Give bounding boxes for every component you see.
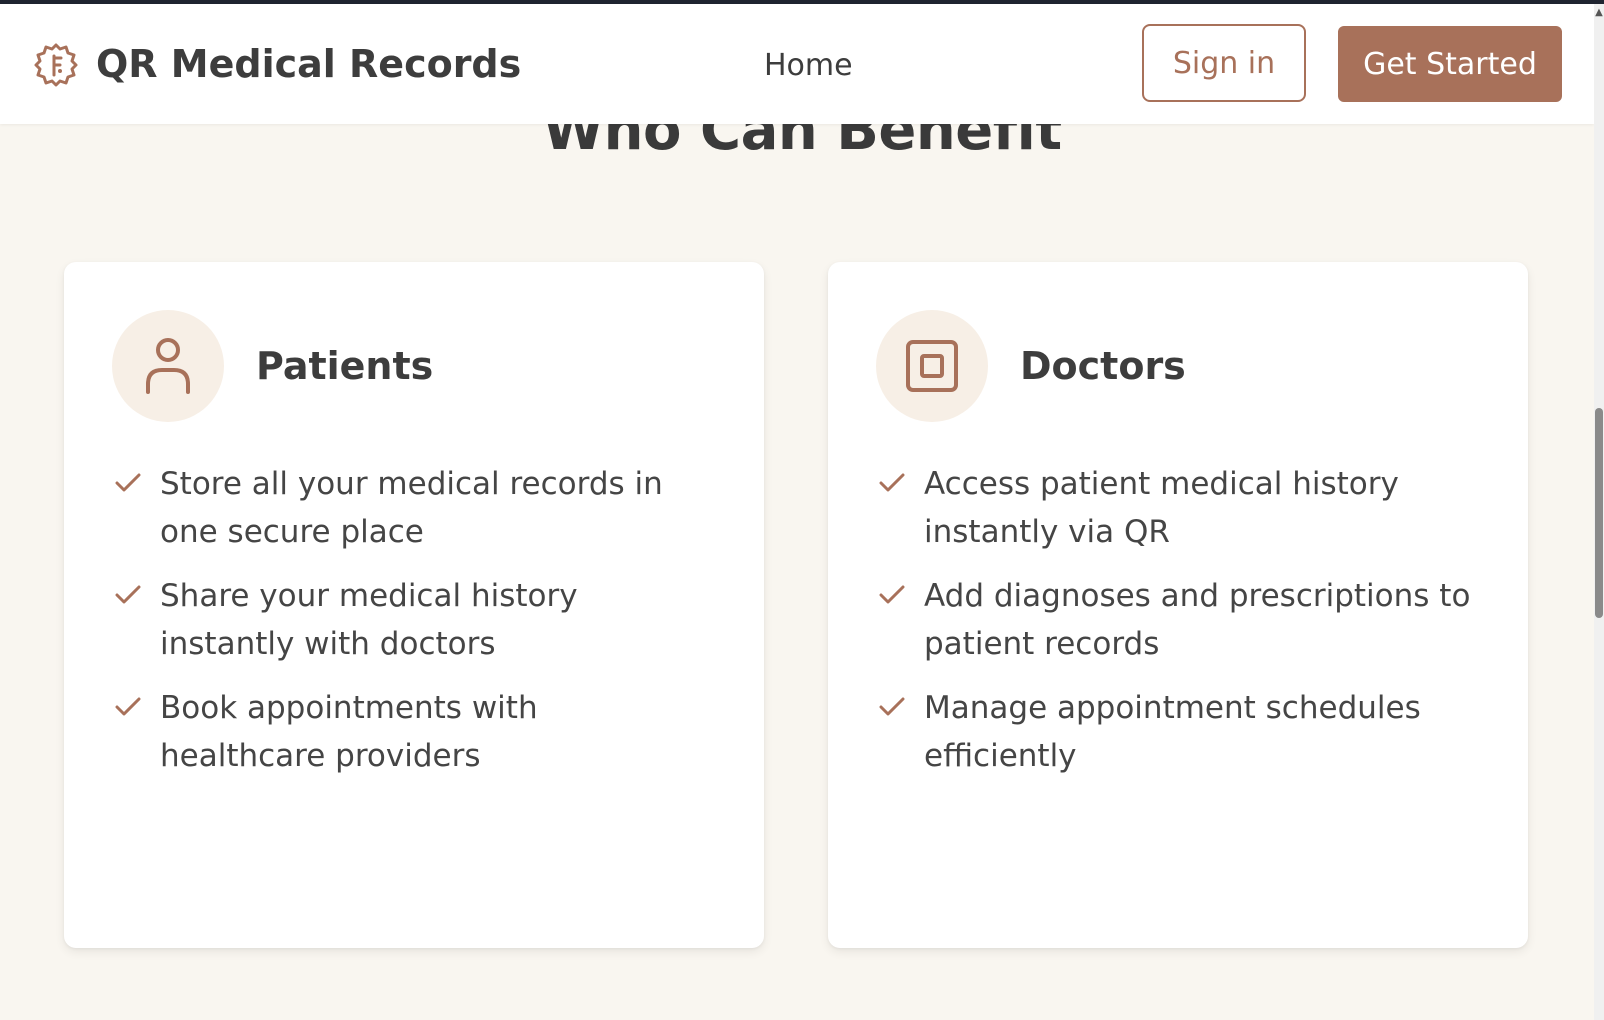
feature-text: Manage appointment schedules efficiently: [924, 690, 1421, 774]
patients-card: Patients Store all your medical records …: [64, 262, 764, 948]
scrollbar[interactable]: ▲: [1594, 4, 1604, 1020]
check-icon: [115, 697, 141, 716]
patients-feature-list: Store all your medical records in one se…: [112, 460, 712, 796]
feature-text: Share your medical history instantly wit…: [160, 578, 578, 662]
patients-card-title: Patients: [256, 344, 434, 388]
check-icon: [879, 585, 905, 604]
list-item: Share your medical history instantly wit…: [112, 572, 712, 668]
brand-name[interactable]: QR Medical Records: [96, 42, 521, 86]
list-item: Add diagnoses and prescriptions to patie…: [876, 572, 1476, 668]
check-icon: [115, 473, 141, 492]
list-item: Manage appointment schedules efficiently: [876, 684, 1476, 780]
feature-text: Store all your medical records in one se…: [160, 466, 663, 550]
feature-text: Access patient medical history instantly…: [924, 466, 1399, 550]
doctors-card: Doctors Access patient medical history i…: [828, 262, 1528, 948]
patients-icon-circle: [112, 310, 224, 422]
check-icon: [115, 585, 141, 604]
list-item: Store all your medical records in one se…: [112, 460, 712, 556]
logo-icon[interactable]: [33, 42, 79, 88]
nav-home-link[interactable]: Home: [764, 48, 853, 83]
doctors-card-title: Doctors: [1020, 344, 1186, 388]
stethoscope-box-icon: [906, 340, 958, 392]
check-icon: [879, 473, 905, 492]
feature-text: Add diagnoses and prescriptions to patie…: [924, 578, 1471, 662]
doctors-icon-circle: [876, 310, 988, 422]
navbar: QR Medical Records Home Sign in Get Star…: [0, 4, 1594, 124]
user-icon: [146, 338, 190, 394]
sign-in-button[interactable]: Sign in: [1142, 24, 1306, 102]
doctors-feature-list: Access patient medical history instantly…: [876, 460, 1476, 796]
list-item: Access patient medical history instantly…: [876, 460, 1476, 556]
scrollbar-thumb[interactable]: [1595, 408, 1603, 618]
list-item: Book appointments with healthcare provid…: [112, 684, 712, 780]
scroll-up-icon[interactable]: ▲: [1594, 8, 1604, 18]
check-icon: [879, 697, 905, 716]
get-started-button[interactable]: Get Started: [1338, 26, 1562, 102]
feature-text: Book appointments with healthcare provid…: [160, 690, 538, 774]
